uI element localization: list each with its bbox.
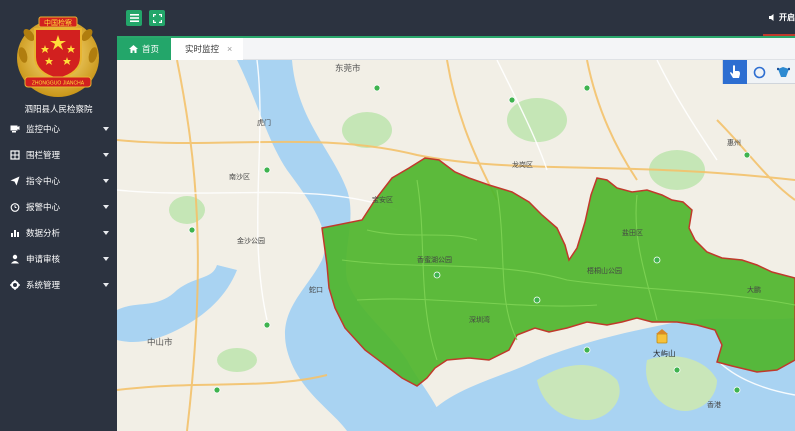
chevron-down-icon bbox=[103, 283, 109, 287]
map-label: 虎门 bbox=[257, 120, 271, 127]
pointer-tool-button[interactable] bbox=[723, 60, 747, 84]
chevron-down-icon bbox=[103, 205, 109, 209]
tab-bar: 首页 实时监控 × bbox=[117, 36, 795, 60]
send-icon bbox=[10, 176, 20, 186]
speaker-icon bbox=[769, 14, 774, 21]
map-label: 香港 bbox=[707, 402, 721, 409]
sound-toggle[interactable]: 开启 bbox=[769, 12, 795, 23]
map-label: 梧桐山公园 bbox=[587, 268, 622, 275]
svg-text:中国检察: 中国检察 bbox=[44, 18, 72, 27]
map-label: 盐田区 bbox=[622, 230, 643, 237]
logo-area: 中国检察 ZHONGGUO JIANCHA 泗阳县人民检察院 bbox=[0, 0, 117, 118]
home-icon bbox=[129, 45, 138, 53]
map-label: 东莞市 bbox=[335, 63, 361, 73]
hand-pointer-icon bbox=[730, 65, 740, 78]
map-label: 深圳湾 bbox=[469, 317, 490, 324]
svg-text:ZHONGGUO JIANCHA: ZHONGGUO JIANCHA bbox=[32, 81, 85, 87]
map-label: 大鹏 bbox=[747, 287, 761, 294]
chevron-down-icon bbox=[103, 179, 109, 183]
tab-live-label: 实时监控 bbox=[185, 44, 220, 54]
map-label: 南沙区 bbox=[229, 174, 250, 181]
menu-label: 报警中心 bbox=[26, 202, 61, 212]
fullscreen-button[interactable] bbox=[149, 10, 165, 26]
chevron-down-icon bbox=[103, 257, 109, 261]
sound-toggle-label: 开启 bbox=[779, 13, 795, 22]
menu-label: 数据分析 bbox=[26, 228, 61, 238]
map-label: 中山市 bbox=[147, 337, 173, 347]
chart-icon bbox=[10, 228, 20, 238]
tab-live-monitor[interactable]: 实时监控 × bbox=[171, 38, 243, 60]
menu-item-application-review[interactable]: 申请审核 bbox=[0, 246, 117, 272]
menu-item-system-management[interactable]: 系统管理 bbox=[0, 272, 117, 298]
chevron-down-icon bbox=[103, 153, 109, 157]
map-canvas[interactable] bbox=[117, 60, 795, 431]
menu-item-data-analysis[interactable]: 数据分析 bbox=[0, 220, 117, 246]
chevron-down-icon bbox=[103, 231, 109, 235]
menu-toggle-button[interactable] bbox=[126, 10, 142, 26]
hamburger-icon bbox=[129, 14, 139, 22]
gear-icon bbox=[10, 280, 20, 290]
map-label: 大屿山 bbox=[653, 349, 676, 358]
map-label: 金沙公园 bbox=[237, 238, 265, 245]
map-label: 惠州 bbox=[727, 140, 741, 147]
menu-label: 指令中心 bbox=[26, 176, 61, 186]
alarm-clock-icon bbox=[10, 202, 20, 212]
fence-icon bbox=[10, 150, 20, 160]
map-label: 香蜜湖公园 bbox=[417, 257, 452, 264]
top-bar: 开启 bbox=[117, 0, 795, 37]
procuratorate-emblem: 中国检察 ZHONGGUO JIANCHA bbox=[17, 16, 99, 97]
fullscreen-icon bbox=[152, 13, 162, 23]
chevron-down-icon bbox=[103, 127, 109, 131]
tab-home[interactable]: 首页 bbox=[117, 38, 171, 60]
circle-icon bbox=[753, 66, 765, 78]
circle-draw-tool-button[interactable] bbox=[747, 60, 771, 84]
monitor-icon bbox=[10, 124, 20, 134]
user-icon bbox=[10, 254, 20, 264]
menu-label: 监控中心 bbox=[26, 124, 61, 134]
map-label: 蛇口 bbox=[309, 287, 323, 294]
menu-label: 系统管理 bbox=[26, 280, 61, 290]
menu-item-alarm-center[interactable]: 报警中心 bbox=[0, 194, 117, 220]
sidebar: 中国检察 ZHONGGUO JIANCHA 泗阳县人民检察院 监控中心 围栏管理 bbox=[0, 0, 117, 431]
side-menu: 监控中心 围栏管理 指令中心 报警中心 数据分析 申请审核 系统管理 bbox=[0, 116, 117, 298]
menu-label: 围栏管理 bbox=[26, 150, 61, 160]
map-toolbar bbox=[722, 60, 795, 84]
org-name: 泗阳县人民检察院 bbox=[24, 104, 93, 114]
polygon-icon bbox=[776, 66, 790, 77]
menu-item-fence-management[interactable]: 围栏管理 bbox=[0, 142, 117, 168]
polygon-draw-tool-button[interactable] bbox=[771, 60, 795, 84]
map-label: 龙岗区 bbox=[512, 162, 533, 169]
tab-home-label: 首页 bbox=[142, 44, 160, 54]
menu-item-command-center[interactable]: 指令中心 bbox=[0, 168, 117, 194]
menu-item-monitor-center[interactable]: 监控中心 bbox=[0, 116, 117, 142]
menu-label: 申请审核 bbox=[26, 254, 61, 264]
map-label: 宝安区 bbox=[372, 197, 393, 204]
close-icon[interactable]: × bbox=[227, 44, 232, 54]
map-view[interactable]: 东莞市 中山市 南沙区 虎门 宝安区 深圳湾 香蜜湖公园 梧桐山公园 盐田区 龙… bbox=[117, 60, 795, 431]
